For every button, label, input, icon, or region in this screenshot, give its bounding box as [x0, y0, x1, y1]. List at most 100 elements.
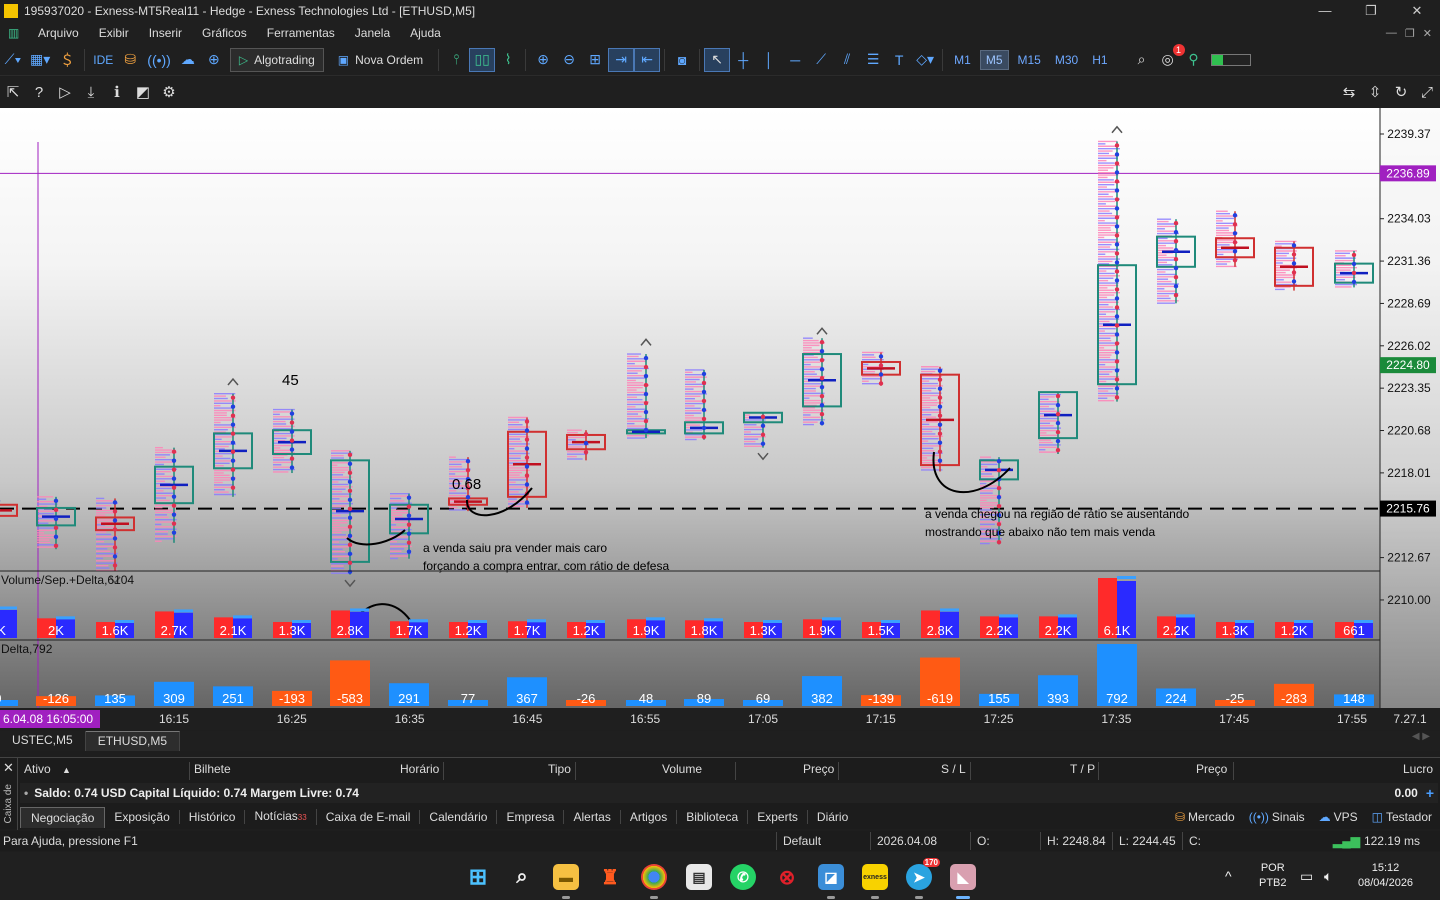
play-outline-icon[interactable]: ▷: [52, 80, 78, 104]
child-close-button[interactable]: ✕: [1423, 27, 1432, 40]
shapes-icon[interactable]: ◇▾: [912, 48, 938, 72]
help-icon[interactable]: ?: [26, 80, 52, 104]
fit-icon[interactable]: ⇳: [1362, 80, 1388, 104]
clock[interactable]: 15:12 08/04/2026: [1358, 852, 1413, 900]
info-icon[interactable]: ℹ: [104, 80, 130, 104]
timeframe-m30[interactable]: M30: [1050, 51, 1083, 69]
fibonacci-icon[interactable]: ☰: [860, 48, 886, 72]
cursor-icon[interactable]: ↖: [704, 47, 731, 72]
zoom-in-icon[interactable]: ⊕: [530, 48, 556, 72]
add-icon[interactable]: +: [1426, 785, 1434, 801]
menu-inserir[interactable]: Inserir: [139, 26, 192, 40]
language-indicator[interactable]: POR PTB2: [1259, 852, 1287, 900]
column-ativo[interactable]: Ativo ▲: [24, 762, 190, 780]
price-chart[interactable]: 2239.37 2234.03 2231.36 2228.69 2226.02 2223.…: [0, 108, 1440, 730]
close-button[interactable]: ✕: [1394, 3, 1440, 19]
minimize-button[interactable]: —: [1302, 3, 1348, 19]
tab-negociacao[interactable]: Negociação: [20, 806, 106, 828]
tester-link[interactable]: ◫ Testador: [1372, 810, 1432, 824]
column-lucro[interactable]: Lucro: [1403, 762, 1437, 780]
tab-ethusd[interactable]: ETHUSD,M5: [85, 731, 181, 751]
file-explorer-icon[interactable]: ▬: [553, 864, 579, 899]
tab-empresa[interactable]: Empresa: [497, 810, 565, 824]
chrome-icon[interactable]: [641, 864, 667, 899]
tab-artigos[interactable]: Artigos: [621, 810, 678, 824]
menu-ajuda[interactable]: Ajuda: [400, 26, 451, 40]
horizontal-line-icon[interactable]: ─: [782, 48, 808, 72]
tab-noticias[interactable]: Notícias33: [245, 809, 317, 825]
search-icon[interactable]: ⌕: [1129, 48, 1155, 72]
column-horario[interactable]: Horário: [400, 762, 444, 780]
market-bag-icon[interactable]: ⛁: [117, 48, 143, 72]
tab-diario[interactable]: Diário: [808, 810, 857, 824]
tab-caixa-email[interactable]: Caixa de E-mail: [317, 810, 421, 824]
menu-ferramentas[interactable]: Ferramentas: [257, 26, 345, 40]
child-restore-button[interactable]: ❐: [1405, 27, 1415, 40]
column-sl[interactable]: S / L: [941, 762, 971, 780]
brave-icon[interactable]: ♜: [597, 864, 623, 890]
column-volume[interactable]: Volume: [662, 762, 736, 780]
column-tp[interactable]: T / P: [1070, 762, 1099, 780]
screenshot-icon[interactable]: ◙: [669, 48, 695, 72]
autoscroll-icon[interactable]: ⇥: [608, 47, 635, 72]
tab-alertas[interactable]: Alertas: [564, 810, 621, 824]
timeframe-m5[interactable]: M5: [979, 49, 1009, 70]
windows-start-icon[interactable]: ⊞: [465, 864, 491, 890]
crosshair-icon[interactable]: ┼: [730, 48, 756, 72]
status-ping[interactable]: ▂▄▆ 122.19 ms: [1333, 834, 1440, 848]
text-icon[interactable]: T: [886, 48, 912, 72]
tab-ustec[interactable]: USTEC,M5: [0, 731, 86, 751]
profiles-icon[interactable]: ▦▾: [26, 48, 54, 72]
new-order-button[interactable]: ▣ Nova Ordem: [330, 48, 431, 72]
column-preco[interactable]: Preço: [803, 762, 839, 780]
app-red-icon[interactable]: ⊗: [774, 864, 800, 890]
timeframe-h1[interactable]: H1: [1087, 51, 1112, 69]
channel-icon[interactable]: ⫽: [834, 48, 860, 72]
bar-chart-icon[interactable]: ⫯: [443, 48, 469, 72]
column-preco-atual[interactable]: Preço: [1196, 762, 1234, 780]
trendline-icon[interactable]: ⟋: [808, 48, 834, 72]
menu-janela[interactable]: Janela: [345, 26, 400, 40]
whatsapp-icon[interactable]: ✆: [730, 864, 756, 890]
tabs-scroll-arrows[interactable]: ◀ ▶: [1402, 731, 1440, 751]
signals-link[interactable]: ((•)) Sinais: [1249, 810, 1305, 824]
ide-button[interactable]: IDE: [89, 48, 117, 72]
new-chart-icon[interactable]: ⟋▾: [0, 48, 26, 72]
settings-icon[interactable]: ⚙: [156, 80, 182, 104]
arrows-horizontal-icon[interactable]: ⇆: [1336, 80, 1362, 104]
menu-exibir[interactable]: Exibir: [89, 26, 139, 40]
chart-shift-icon[interactable]: ⇤: [634, 47, 661, 72]
chart-window-icon[interactable]: ◩: [130, 80, 156, 104]
network-icon[interactable]: ▭: [1300, 852, 1313, 900]
mt5-taskbar-icon[interactable]: ◣: [950, 864, 976, 899]
refresh-icon[interactable]: ↻: [1388, 80, 1414, 104]
column-tipo[interactable]: Tipo: [548, 762, 576, 780]
tab-biblioteca[interactable]: Biblioteca: [677, 810, 749, 824]
dollar-icon[interactable]: ＄: [54, 48, 80, 72]
signals-icon[interactable]: ((•)): [143, 48, 175, 72]
tab-calendario[interactable]: Calendário: [420, 810, 498, 824]
timeframe-m15[interactable]: M15: [1013, 51, 1046, 69]
tab-exposicao[interactable]: Exposição: [105, 810, 180, 824]
vertical-line-icon[interactable]: │: [756, 48, 782, 72]
vps-link[interactable]: ☁ VPS: [1319, 810, 1358, 824]
volume-icon[interactable]: 🔈︎: [1324, 852, 1332, 900]
maximize-button[interactable]: ❐: [1348, 3, 1394, 19]
tab-historico[interactable]: Histórico: [180, 810, 246, 824]
menu-arquivo[interactable]: Arquivo: [28, 26, 89, 40]
download-icon[interactable]: ⤓: [78, 80, 104, 104]
child-minimize-button[interactable]: —: [1386, 27, 1397, 40]
photos-icon[interactable]: ◪: [818, 864, 844, 899]
tab-experts[interactable]: Experts: [748, 810, 808, 824]
expand-icon[interactable]: ⤢: [1414, 80, 1440, 104]
algotrading-button[interactable]: ▷ Algotrading: [229, 47, 324, 72]
cursor-arrow-icon[interactable]: ⇱: [0, 80, 26, 104]
globe-icon[interactable]: ⊕: [201, 48, 227, 72]
search-taskbar-icon[interactable]: ⌕: [509, 864, 535, 890]
menu-graficos[interactable]: Gráficos: [192, 26, 257, 40]
toolbox-close-icon[interactable]: ✕: [3, 760, 14, 776]
line-chart-icon[interactable]: ⌇: [495, 48, 521, 72]
exness-icon[interactable]: exness: [862, 864, 888, 899]
cloud-icon[interactable]: ☁: [175, 48, 201, 72]
notifications-icon[interactable]: ◎: [1155, 43, 1185, 72]
